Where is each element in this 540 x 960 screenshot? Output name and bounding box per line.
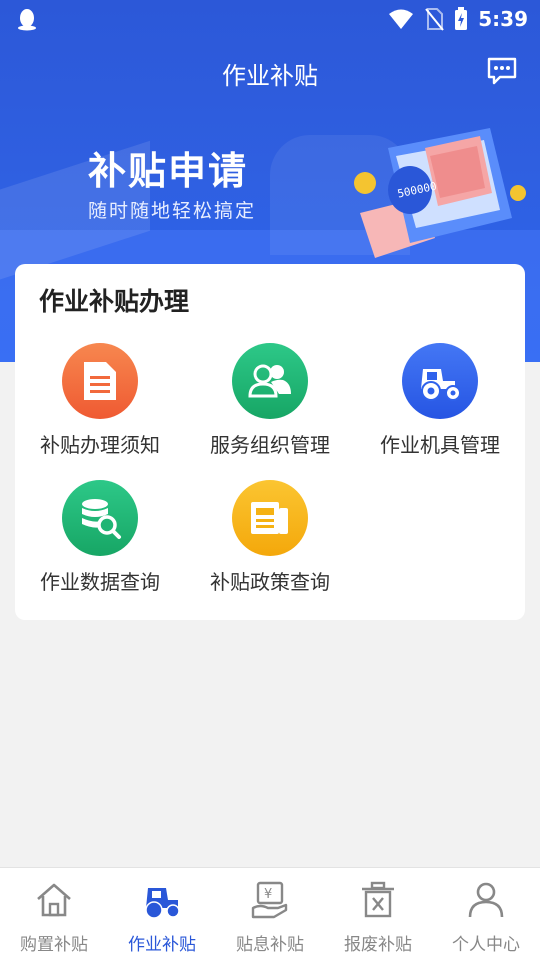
trash-icon bbox=[362, 881, 394, 918]
money-counter-illustration: 500000 bbox=[354, 128, 526, 258]
banner-subtitle: 随时随地轻松搞定 bbox=[88, 200, 257, 222]
tab-scrap-subsidy[interactable]: 报废补贴 bbox=[324, 868, 432, 960]
tab-label: 报废补贴 bbox=[344, 935, 412, 955]
grid-item-policy[interactable]: 补贴政策查询 bbox=[185, 480, 355, 610]
card-title: 作业补贴办理 bbox=[39, 287, 190, 316]
battery-charging-icon bbox=[455, 7, 468, 30]
grid-item-label: 补贴办理须知 bbox=[40, 433, 160, 457]
penguin-notification-icon bbox=[18, 9, 36, 31]
grid-item-work-data[interactable]: 作业数据查询 bbox=[15, 480, 185, 610]
database-search-icon bbox=[62, 480, 138, 556]
service-card: 作业补贴办理 补贴办理须知 服务组织管理 作业机具管理 作业数据查询 补贴政策查… bbox=[15, 264, 525, 620]
tab-work-subsidy[interactable]: 作业补贴 bbox=[108, 868, 216, 960]
tab-label: 个人中心 bbox=[452, 935, 520, 955]
nav-bar: 作业补贴 bbox=[0, 48, 540, 96]
tab-bar: 购置补贴 作业补贴 ¥ 贴息补贴 报废补贴 个人中心 bbox=[0, 867, 540, 960]
status-bar: 5:39 bbox=[0, 0, 540, 38]
svg-text:¥: ¥ bbox=[264, 887, 272, 902]
grid-item-label: 作业机具管理 bbox=[380, 433, 500, 457]
grid-item-machinery[interactable]: 作业机具管理 bbox=[355, 343, 525, 473]
newspaper-icon bbox=[232, 480, 308, 556]
tab-personal-center[interactable]: 个人中心 bbox=[432, 868, 540, 960]
document-icon bbox=[62, 343, 138, 419]
grid-item-service-org[interactable]: 服务组织管理 bbox=[185, 343, 355, 473]
banner-title: 补贴申请 bbox=[88, 149, 249, 193]
yen-hand-icon: ¥ bbox=[251, 881, 288, 919]
home-icon bbox=[37, 883, 71, 917]
tractor-icon bbox=[402, 343, 478, 419]
tractor-icon bbox=[145, 888, 180, 919]
wifi-icon bbox=[389, 9, 414, 29]
tab-label: 作业补贴 bbox=[128, 935, 196, 955]
grid-item-subsidy-guide[interactable]: 补贴办理须知 bbox=[15, 343, 185, 473]
grid-item-label: 作业数据查询 bbox=[40, 570, 160, 594]
tab-label: 贴息补贴 bbox=[236, 935, 304, 955]
page-title: 作业补贴 bbox=[222, 62, 318, 90]
tab-interest-subsidy[interactable]: ¥ 贴息补贴 bbox=[216, 868, 324, 960]
tab-purchase-subsidy[interactable]: 购置补贴 bbox=[0, 868, 108, 960]
user-icon bbox=[468, 882, 504, 918]
people-icon bbox=[232, 343, 308, 419]
grid-item-label: 补贴政策查询 bbox=[210, 570, 330, 594]
grid-item-label: 服务组织管理 bbox=[210, 433, 330, 457]
message-icon[interactable] bbox=[486, 56, 518, 86]
no-sim-icon bbox=[425, 8, 445, 31]
tab-label: 购置补贴 bbox=[20, 935, 88, 955]
status-time: 5:39 bbox=[478, 7, 528, 31]
